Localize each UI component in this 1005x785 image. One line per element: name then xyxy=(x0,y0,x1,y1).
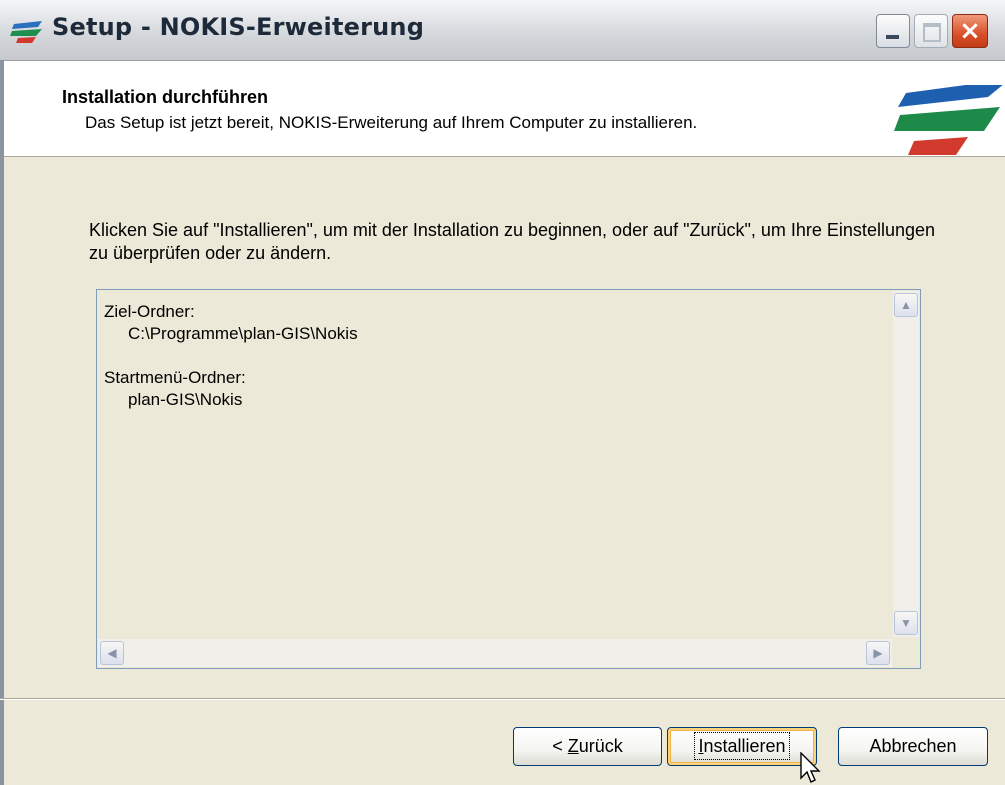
install-label: nstallieren xyxy=(703,736,786,756)
minimize-button[interactable] xyxy=(876,14,910,48)
target-folder-value: C:\Programme\plan-GIS\Nokis xyxy=(128,324,358,343)
scroll-right-button[interactable]: ▶ xyxy=(866,641,890,665)
target-folder-label: Ziel-Ordner: xyxy=(104,302,195,321)
wizard-header: Installation durchführen Das Setup ist j… xyxy=(4,61,1005,157)
bottom-divider xyxy=(0,698,1005,700)
install-button[interactable]: Installieren xyxy=(667,727,817,766)
back-prefix: < xyxy=(552,736,568,756)
back-label: urück xyxy=(578,736,623,756)
close-icon: × xyxy=(959,16,981,46)
install-label-wrap: Installieren xyxy=(694,732,790,760)
scroll-left-button[interactable]: ◀ xyxy=(100,641,124,665)
page-subtitle: Das Setup ist jetzt bereit, NOKIS-Erweit… xyxy=(85,113,698,132)
setup-window: Setup - NOKIS-Erweiterung × Installation… xyxy=(0,0,1005,785)
mouse-cursor-icon xyxy=(800,752,821,783)
ready-summary-memo[interactable]: Ziel-Ordner: C:\Programme\plan-GIS\Nokis … xyxy=(96,289,921,669)
window-title: Setup - NOKIS-Erweiterung xyxy=(52,13,425,41)
instruction-text: Klicken Sie auf "Installieren", um mit d… xyxy=(89,220,935,263)
back-mnemonic: Z xyxy=(567,736,579,756)
summary-content: Ziel-Ordner: C:\Programme\plan-GIS\Nokis … xyxy=(104,301,358,411)
cancel-button[interactable]: Abbrechen xyxy=(838,727,988,766)
horizontal-scrollbar[interactable]: ◀ ▶ xyxy=(98,639,892,667)
page-title: Installation durchführen xyxy=(62,87,269,107)
title-bar[interactable]: Setup - NOKIS-Erweiterung × xyxy=(0,0,1005,61)
scrollbar-corner xyxy=(893,639,919,667)
back-button[interactable]: < Zurück xyxy=(513,727,662,766)
setup-app-icon xyxy=(10,21,42,43)
startmenu-folder-value: plan-GIS\Nokis xyxy=(128,390,243,409)
scroll-up-button[interactable]: ▲ xyxy=(894,293,918,317)
vertical-scrollbar[interactable]: ▲ ▼ xyxy=(893,291,919,637)
startmenu-folder-label: Startmenü-Ordner: xyxy=(104,368,246,387)
close-button[interactable]: × xyxy=(952,14,988,48)
maximize-button[interactable] xyxy=(914,14,948,48)
scroll-down-button[interactable]: ▼ xyxy=(894,611,918,635)
